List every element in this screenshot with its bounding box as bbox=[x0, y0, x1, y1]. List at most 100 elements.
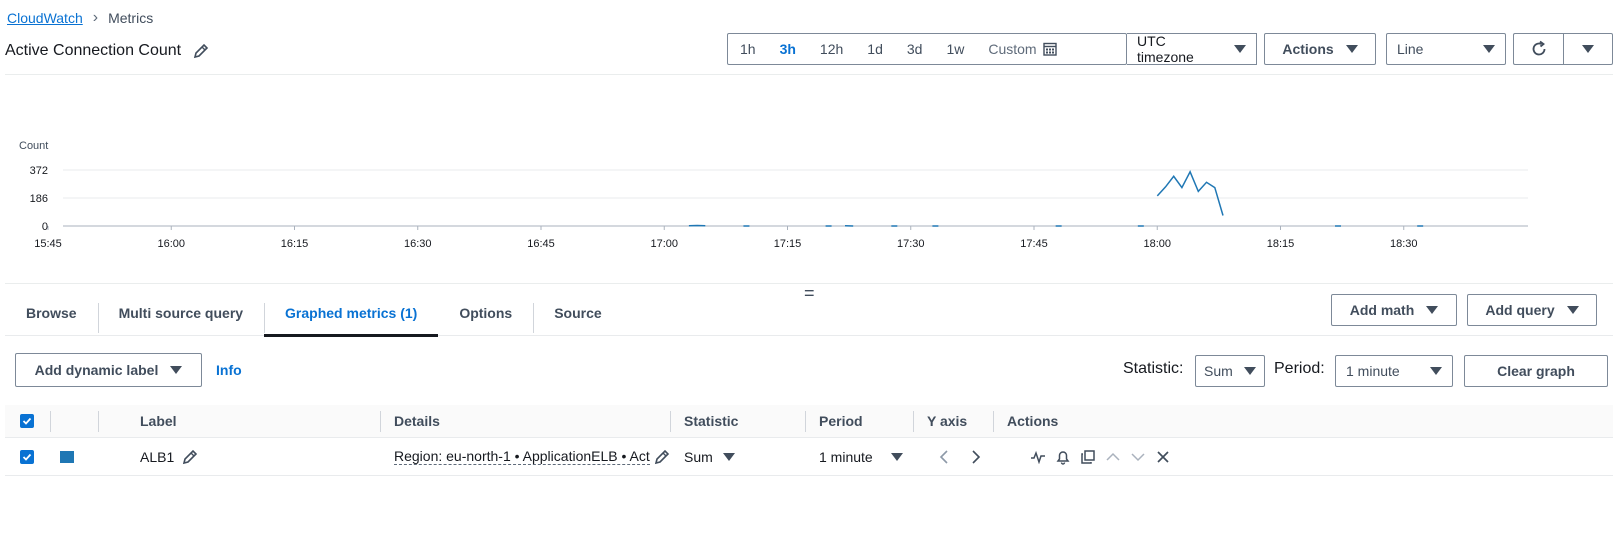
time-range-3h[interactable]: 3h bbox=[768, 41, 808, 57]
refresh-icon bbox=[1532, 40, 1545, 56]
copy-icon[interactable] bbox=[1077, 446, 1099, 468]
row-statistic-value: Sum bbox=[684, 448, 713, 465]
select-all-checkbox[interactable] bbox=[20, 414, 34, 428]
period-header: Period bbox=[805, 405, 913, 437]
graph-icon[interactable] bbox=[1027, 446, 1049, 468]
details-header: Details bbox=[380, 405, 670, 437]
y-axis-header: Y axis bbox=[913, 405, 993, 437]
edit-label-pencil-icon[interactable] bbox=[182, 449, 198, 465]
add-query-button[interactable]: Add query bbox=[1467, 294, 1597, 326]
page-title: Active Connection Count bbox=[5, 42, 182, 59]
metric-details[interactable]: Region: eu-north-1 • ApplicationELB • Ac… bbox=[394, 448, 650, 465]
alarm-bell-icon[interactable] bbox=[1052, 446, 1074, 468]
custom-label: Custom bbox=[988, 41, 1037, 57]
refresh-button[interactable] bbox=[1513, 33, 1563, 65]
chevron-right-icon[interactable] bbox=[965, 446, 987, 468]
add-dynamic-label-button[interactable]: Add dynamic label bbox=[15, 353, 202, 387]
move-up-icon[interactable] bbox=[1102, 446, 1124, 468]
x-tick-label: 16:45 bbox=[527, 238, 555, 250]
statistic-label: Statistic: bbox=[1123, 360, 1184, 377]
chart-type-select[interactable]: Line bbox=[1386, 33, 1506, 65]
breadcrumb-cloudwatch-link[interactable]: CloudWatch bbox=[7, 10, 83, 26]
x-tick-label: 16:30 bbox=[404, 238, 432, 250]
time-range-custom[interactable]: Custom bbox=[976, 41, 1066, 57]
tab-multi-source-query[interactable]: Multi source query bbox=[97, 290, 264, 336]
label-cell: ALB1 bbox=[98, 438, 380, 475]
time-range-3d[interactable]: 3d bbox=[895, 41, 935, 57]
time-range-1d[interactable]: 1d bbox=[855, 41, 895, 57]
y-tick-label: 0 bbox=[42, 221, 48, 233]
chevron-left-icon[interactable] bbox=[933, 446, 955, 468]
row-actions-cell bbox=[993, 438, 1613, 475]
actions-label: Actions bbox=[1282, 41, 1334, 57]
add-query-label: Add query bbox=[1485, 302, 1555, 318]
x-tick-label: 18:30 bbox=[1390, 238, 1418, 250]
label-header: Label bbox=[98, 405, 380, 437]
caret-down-icon bbox=[1566, 306, 1579, 314]
breadcrumb-current: Metrics bbox=[108, 10, 154, 26]
tab-browse[interactable]: Browse bbox=[5, 290, 98, 336]
period-select[interactable]: 1 minute bbox=[1335, 355, 1453, 387]
info-link[interactable]: Info bbox=[216, 362, 242, 378]
row-statistic-select[interactable]: Sum bbox=[670, 438, 805, 475]
edit-details-pencil-icon[interactable] bbox=[654, 449, 670, 465]
timezone-value: UTC timezone bbox=[1137, 33, 1194, 65]
add-dynamic-label-text: Add dynamic label bbox=[34, 362, 159, 378]
statistic-select[interactable]: Sum bbox=[1195, 355, 1265, 387]
calendar-icon bbox=[1042, 42, 1057, 56]
y-axis-title: Count bbox=[19, 140, 48, 152]
x-tick-label: 18:00 bbox=[1143, 238, 1171, 250]
caret-down-icon bbox=[170, 366, 183, 374]
caret-down-icon bbox=[891, 452, 903, 461]
timezone-select[interactable]: UTC timezone bbox=[1127, 33, 1257, 65]
add-math-label: Add math bbox=[1349, 302, 1415, 318]
checkmark-icon bbox=[22, 417, 32, 425]
caret-down-icon bbox=[1430, 367, 1442, 375]
caret-down-icon bbox=[1426, 306, 1439, 314]
time-range-1h[interactable]: 1h bbox=[728, 41, 768, 57]
tab-graphed-metrics[interactable]: Graphed metrics (1) bbox=[264, 290, 439, 337]
y-axis-cell bbox=[913, 438, 993, 475]
time-range-12h[interactable]: 12h bbox=[808, 41, 855, 57]
chart-svg: Count 372 186 0 15:45 16:00 16:15 16:30 16:45 17:… bbox=[19, 140, 1528, 250]
period-label: Period: bbox=[1274, 360, 1325, 377]
x-tick-label: 18:15 bbox=[1267, 238, 1295, 250]
actions-header: Actions bbox=[993, 405, 1613, 437]
clear-graph-button[interactable]: Clear graph bbox=[1464, 355, 1608, 387]
row-period-value: 1 minute bbox=[819, 448, 873, 465]
x-tick-label: 15:45 bbox=[34, 238, 62, 250]
tab-source[interactable]: Source bbox=[533, 290, 622, 336]
details-cell: Region: eu-north-1 • ApplicationELB • Ac… bbox=[380, 438, 670, 475]
statistic-header: Statistic bbox=[670, 405, 805, 437]
x-tick-label: 17:45 bbox=[1020, 238, 1048, 250]
move-down-icon[interactable] bbox=[1127, 446, 1149, 468]
time-range-selector: 1h 3h 12h 1d 3d 1w Custom bbox=[727, 33, 1127, 65]
x-tick-label: 17:15 bbox=[774, 238, 802, 250]
time-range-1w[interactable]: 1w bbox=[934, 41, 976, 57]
edit-title-pencil-icon[interactable] bbox=[193, 43, 209, 59]
tab-options[interactable]: Options bbox=[438, 290, 533, 336]
caret-down-icon bbox=[1345, 45, 1358, 53]
refresh-options-button[interactable] bbox=[1563, 33, 1613, 65]
graphed-metrics-table: Label Details Statistic Period Y axis Ac… bbox=[5, 405, 1613, 476]
metric-label: ALB1 bbox=[140, 448, 175, 465]
row-checkbox[interactable] bbox=[20, 449, 34, 464]
color-header bbox=[50, 405, 98, 437]
chart-type-value: Line bbox=[1397, 41, 1424, 57]
clear-graph-label: Clear graph bbox=[1497, 363, 1575, 379]
table-header-row: Label Details Statistic Period Y axis Ac… bbox=[5, 405, 1613, 438]
table-row: ALB1 Region: eu-north-1 • ApplicationELB… bbox=[5, 438, 1613, 476]
actions-dropdown-button[interactable]: Actions bbox=[1264, 33, 1376, 65]
remove-metric-icon[interactable] bbox=[1152, 446, 1174, 468]
caret-down-icon bbox=[1244, 367, 1256, 375]
series-color-swatch[interactable] bbox=[60, 450, 74, 463]
add-math-button[interactable]: Add math bbox=[1331, 294, 1457, 326]
y-tick-label: 372 bbox=[30, 165, 48, 177]
color-cell bbox=[50, 438, 98, 475]
x-tick-label: 16:15 bbox=[281, 238, 309, 250]
breadcrumb: CloudWatch › Metrics bbox=[7, 9, 153, 27]
row-select-cell bbox=[5, 438, 50, 475]
row-period-select[interactable]: 1 minute bbox=[805, 438, 913, 475]
chevron-right-icon: › bbox=[92, 9, 99, 26]
x-tick-label: 16:00 bbox=[157, 238, 185, 250]
